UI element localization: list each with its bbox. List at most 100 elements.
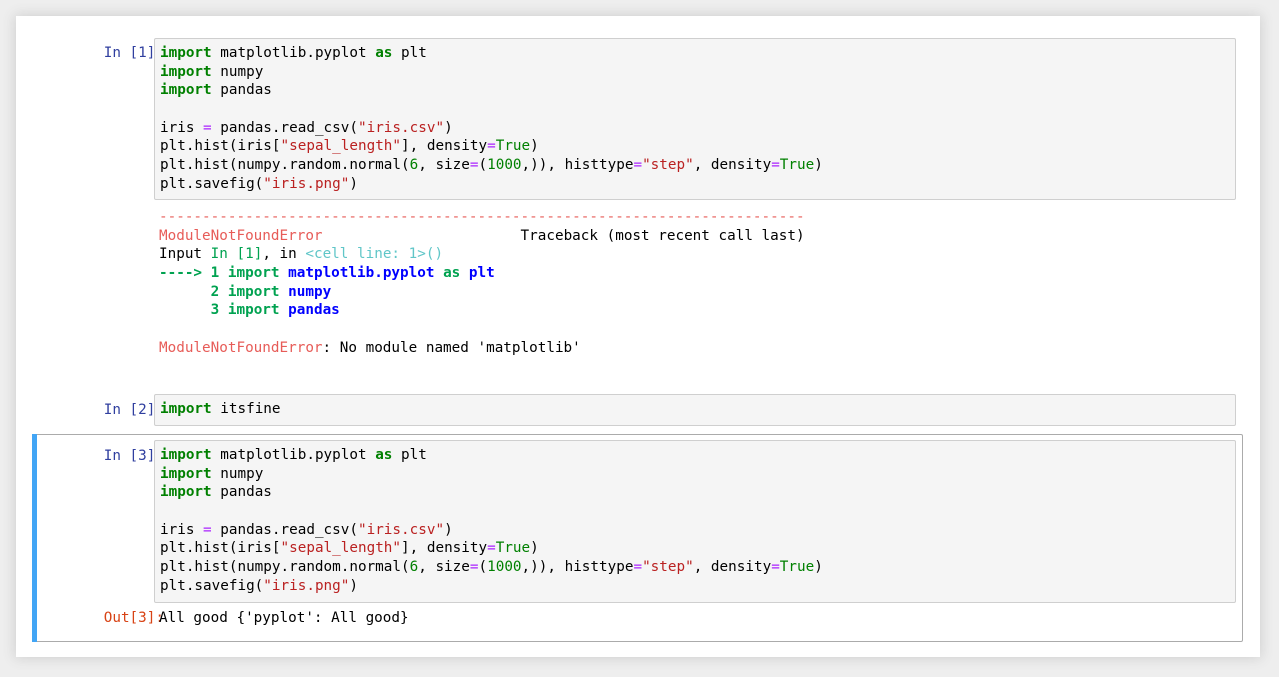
- code-token: matplotlib.pyplot: [211, 447, 376, 463]
- code-token: ): [444, 119, 453, 136]
- code-token: ): [444, 521, 453, 538]
- code-token: plt.savefig(: [160, 175, 264, 192]
- code-token: , in: [262, 246, 306, 263]
- code-token: , density: [693, 157, 772, 174]
- code-token: =: [487, 540, 496, 557]
- code-token: True: [779, 157, 815, 174]
- code-line: import pandas: [160, 483, 1230, 502]
- code-token: =: [633, 157, 643, 174]
- input-prompt: In [2]:: [103, 402, 164, 418]
- code-token: <cell line: 1>(): [305, 246, 444, 263]
- code-token: 6: [409, 559, 419, 576]
- code-token: ): [530, 540, 539, 557]
- code-token: =: [633, 559, 643, 576]
- traceback-divider: ----------------------------------------…: [159, 209, 805, 225]
- code-line: iris = pandas.read_csv("iris.csv"): [160, 521, 1230, 540]
- code-token: "iris.png": [263, 577, 350, 594]
- code-token: iris: [160, 119, 204, 136]
- code-line: plt.hist(numpy.random.normal(6, size=(10…: [160, 156, 1230, 175]
- code-token: ,)), histtype: [521, 559, 634, 576]
- code-token: ): [814, 559, 823, 576]
- code-token: 1000: [487, 559, 522, 576]
- traceback-header: ModuleNotFoundError Traceback (most rece…: [159, 227, 805, 246]
- code-line: plt.savefig("iris.png"): [160, 175, 1230, 194]
- code-token: 1000: [487, 157, 522, 174]
- code-token: =: [469, 157, 479, 174]
- code-line: 3 import pandas: [159, 301, 805, 320]
- code-token: import: [160, 465, 212, 482]
- code-token: import: [227, 302, 280, 319]
- code-token: import: [160, 45, 212, 61]
- code-token: True: [779, 559, 815, 576]
- code-token: "iris.csv": [357, 119, 445, 136]
- traceback-input-line: Input In [1], in <cell line: 1>(): [159, 245, 805, 264]
- code-token: pandas.read_csv(: [211, 521, 358, 538]
- error-type-final: ModuleNotFoundError: [159, 339, 323, 356]
- code-token: ): [814, 157, 823, 174]
- code-editor[interactable]: import matplotlib.pyplot as plt import nu…: [154, 440, 1236, 603]
- code-token: "step": [642, 157, 694, 174]
- code-token: , density: [693, 559, 772, 576]
- code-token: ], density: [401, 138, 488, 155]
- code-token: "sepal_length": [280, 540, 402, 557]
- code-line: 2 import numpy: [159, 283, 805, 302]
- code-token: plt.hist(numpy.random.normal(: [160, 559, 410, 576]
- code-token: plt.savefig(: [160, 577, 264, 594]
- error-message: ModuleNotFoundError: No module named 'ma…: [159, 339, 805, 358]
- code-line: import numpy: [160, 465, 1230, 484]
- code-line: plt.hist(iris["sepal_length"], density=T…: [160, 539, 1230, 558]
- code-line: plt.hist(iris["sepal_length"], density=T…: [160, 137, 1230, 156]
- code-token: numpy: [211, 63, 264, 80]
- code-token: ,)), histtype: [521, 157, 634, 174]
- code-token: as: [375, 447, 393, 463]
- code-token: import: [160, 82, 212, 99]
- code-token: 2: [159, 283, 228, 300]
- code-token: , size: [418, 157, 470, 174]
- code-token: plt.hist(numpy.random.normal(: [160, 157, 410, 174]
- code-token: "sepal_length": [280, 138, 402, 155]
- code-token: plt.hist(iris[: [160, 138, 281, 155]
- traceback-lines: ----> 1 import matplotlib.pyplot as plt …: [159, 264, 805, 320]
- code-token: as: [443, 265, 461, 282]
- code-token: "step": [642, 559, 694, 576]
- output-prompt: Out[3]:: [103, 610, 164, 626]
- code-line: import pandas: [160, 81, 1230, 100]
- code-token: import: [160, 63, 212, 80]
- code-token: import: [160, 447, 212, 463]
- code-line: Input In [1], in <cell line: 1>(): [159, 245, 805, 264]
- code-token: plt: [392, 447, 427, 463]
- code-token: ): [349, 577, 358, 594]
- code-token: =: [203, 119, 212, 136]
- code-token: iris: [160, 521, 204, 538]
- code-token: (: [478, 157, 488, 174]
- code-line: iris = pandas.read_csv("iris.csv"): [160, 119, 1230, 138]
- code-token: (: [478, 559, 488, 576]
- code-token: ], density: [401, 540, 488, 557]
- code-lines: import itsfine: [160, 400, 1230, 419]
- code-token: 6: [409, 157, 419, 174]
- error-output: ----------------------------------------…: [159, 208, 805, 358]
- input-prompt: In [3]:: [103, 448, 164, 464]
- code-token: plt: [468, 265, 495, 282]
- code-token: In [1]: [210, 246, 263, 263]
- code-editor[interactable]: import matplotlib.pyplot as plt import nu…: [154, 38, 1236, 200]
- code-token: plt.hist(iris[: [160, 540, 281, 557]
- code-lines: import matplotlib.pyplot as plt import nu…: [160, 446, 1230, 596]
- code-line: ----> 1 import matplotlib.pyplot as plt: [159, 264, 805, 283]
- code-token: pandas: [211, 82, 272, 99]
- code-token: True: [495, 138, 531, 155]
- cell-output: All good {'pyplot': All good}: [159, 609, 409, 628]
- code-token: matplotlib.pyplot: [211, 45, 376, 61]
- error-text: : No module named 'matplotlib': [322, 339, 581, 356]
- code-token: numpy: [211, 465, 264, 482]
- code-token: Input: [159, 246, 211, 263]
- notebook-page: In [1]: import matplotlib.pyplot as plt i…: [16, 16, 1260, 657]
- traceback-label: Traceback (most recent call last): [520, 227, 805, 244]
- code-lines: import matplotlib.pyplot as plt import nu…: [160, 44, 1230, 194]
- code-editor[interactable]: import itsfine: [154, 394, 1236, 426]
